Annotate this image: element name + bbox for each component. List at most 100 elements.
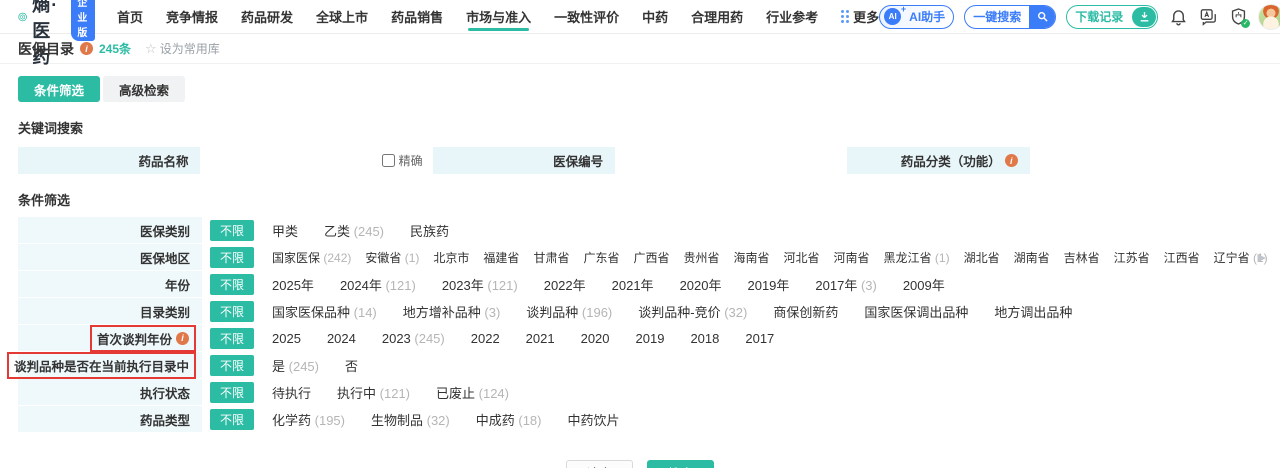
filter-option[interactable]: 2017年 (3) [815,275,876,294]
filter-option[interactable]: 湖北省 [964,249,1000,266]
filter-option[interactable]: 黑龙江省 (1) [884,249,950,266]
tab-条件筛选[interactable]: 条件筛选 [18,76,100,102]
info-icon[interactable]: i [176,332,189,345]
unlimited-badge[interactable]: 不限 [210,409,254,430]
filter-option[interactable]: 河南省 [834,249,870,266]
filter-option[interactable]: 2020 [581,331,610,346]
filter-option[interactable]: 甲类 [272,221,298,240]
filter-option[interactable]: 商保创新药 [773,302,838,321]
filter-option[interactable]: 贵州省 [683,249,719,266]
filter-option[interactable]: 2020年 [680,275,722,294]
filter-option[interactable]: 2021 [526,331,555,346]
filter-option[interactable]: 已废止 (124) [436,383,509,402]
filter-option[interactable]: 国家医保 (242) [272,249,351,266]
nav-item-全球上市[interactable]: 全球上市 [316,0,368,33]
filter-option[interactable]: 2025年 [272,275,314,294]
nav-item-市场与准入[interactable]: 市场与准入 [466,0,531,33]
unlimited-badge[interactable]: 不限 [210,355,254,376]
unlimited-badge[interactable]: 不限 [210,382,254,403]
filter-option[interactable]: 国家医保品种 (14) [272,302,377,321]
filter-option[interactable]: 广东省 [583,249,619,266]
nav-item-label: 竞争情报 [166,7,218,26]
search-button[interactable]: 搜索 [647,460,714,468]
nav-item-竞争情报[interactable]: 竞争情报 [166,0,218,33]
unlimited-badge[interactable]: 不限 [210,274,254,295]
filter-option[interactable]: 2019 [636,331,665,346]
filter-option[interactable]: 2025 [272,331,301,346]
filter-option[interactable]: 2017 [745,331,774,346]
filter-option[interactable]: 2024年 (121) [340,275,416,294]
quick-search-button[interactable]: 一键搜索 [964,5,1056,29]
filter-option[interactable]: 甘肃省 [533,249,569,266]
nav-item-首页[interactable]: 首页 [117,0,143,33]
filter-option[interactable]: 地方增补品种 (3) [403,302,501,321]
filter-option[interactable]: 民族药 [410,221,449,240]
user-avatar[interactable] [1258,4,1280,30]
nav-item-中药[interactable]: 中药 [642,0,668,33]
filter-option[interactable]: 江苏省 [1114,249,1150,266]
security-shield-icon[interactable]: ✓ [1228,7,1248,27]
filter-option-label: 地方增补品种 [403,305,481,320]
filter-option[interactable]: 地方调出品种 [994,302,1072,321]
tab-高级检索[interactable]: 高级检索 [103,76,185,102]
nav-item-药品研发[interactable]: 药品研发 [241,0,293,33]
nav-item-合理用药[interactable]: 合理用药 [691,0,743,33]
filter-option[interactable]: 2021年 [612,275,654,294]
filter-option[interactable]: 江西省 [1164,249,1200,266]
filter-option[interactable]: 广西省 [633,249,669,266]
filter-option[interactable]: 生物制品 (32) [371,410,450,429]
filter-option[interactable]: 福建省 [483,249,519,266]
filter-option[interactable]: 2022 [471,331,500,346]
filter-option[interactable]: 待执行 [272,383,311,402]
exact-match-checkbox[interactable]: 精确 [382,147,423,174]
filter-option[interactable]: 中药饮片 [568,410,620,429]
nav-item-行业参考[interactable]: 行业参考 [766,0,818,33]
filter-option[interactable]: 否 [345,356,358,375]
info-icon[interactable]: i [1005,154,1018,167]
checkbox-input[interactable] [382,154,395,167]
filter-option[interactable]: 2019年 [747,275,789,294]
filter-option[interactable]: 湖南省 [1014,249,1050,266]
unlimited-badge[interactable]: 不限 [210,328,254,349]
filter-option-label: 2017 [745,331,774,346]
filter-option[interactable]: 2018 [690,331,719,346]
clear-button[interactable]: 清空 [566,460,633,468]
download-history-button[interactable]: 下载记录 [1066,5,1158,29]
filter-option[interactable]: 谈判品种-竞价 (32) [638,302,747,321]
filter-option[interactable]: 2023年 (121) [442,275,518,294]
red-annotation-box: 谈判品种是否在当前执行目录中 [7,352,196,379]
filter-option[interactable]: 2023 (245) [382,331,445,346]
set-favorite-button[interactable]: ☆ 设为常用库 [145,40,220,57]
filter-option[interactable]: 谈判品种 (196) [526,302,612,321]
filter-option-label: 甲类 [272,224,298,239]
title-info-icon[interactable]: i [80,42,93,55]
nav-item-更多[interactable]: 更多 [841,0,879,33]
unlimited-badge[interactable]: 不限 [210,247,254,268]
filter-option[interactable]: 国家医保调出品种 [864,302,968,321]
main-nav: 首页 竞争情报 药品研发全球上市药品销售市场与准入一致性评价中药合理用药行业参考更多 [117,0,879,33]
keyword-input-2[interactable] [1030,147,1262,174]
feedback-message-icon[interactable] [1198,7,1218,27]
expand-arrow-icon[interactable]: ▶ [1258,251,1266,264]
filter-option-label: 2009年 [903,278,945,293]
filter-option[interactable]: 乙类 (245) [324,221,384,240]
filter-option[interactable]: 中成药 (18) [476,410,542,429]
ai-assistant-button[interactable]: AI AI助手 [879,5,954,29]
filter-option[interactable]: 海南省 [734,249,770,266]
filter-option[interactable]: 2022年 [544,275,586,294]
notification-bell-icon[interactable] [1168,7,1188,27]
filter-option[interactable]: 是 (245) [272,356,319,375]
filter-option[interactable]: 化学药 (195) [272,410,345,429]
filter-option[interactable]: 执行中 (121) [337,383,410,402]
nav-item-一致性评价[interactable]: 一致性评价 [554,0,619,33]
filter-option[interactable]: 2024 [327,331,356,346]
filter-option[interactable]: 2009年 [903,275,945,294]
filter-option[interactable]: 河北省 [784,249,820,266]
filter-option[interactable]: 吉林省 [1064,249,1100,266]
filter-option[interactable]: 北京市 [433,249,469,266]
unlimited-badge[interactable]: 不限 [210,220,254,241]
nav-item-药品销售[interactable]: 药品销售 [391,0,443,33]
unlimited-badge[interactable]: 不限 [210,301,254,322]
keyword-input-1[interactable] [615,147,847,174]
filter-option[interactable]: 安徽省 (1) [365,249,419,266]
